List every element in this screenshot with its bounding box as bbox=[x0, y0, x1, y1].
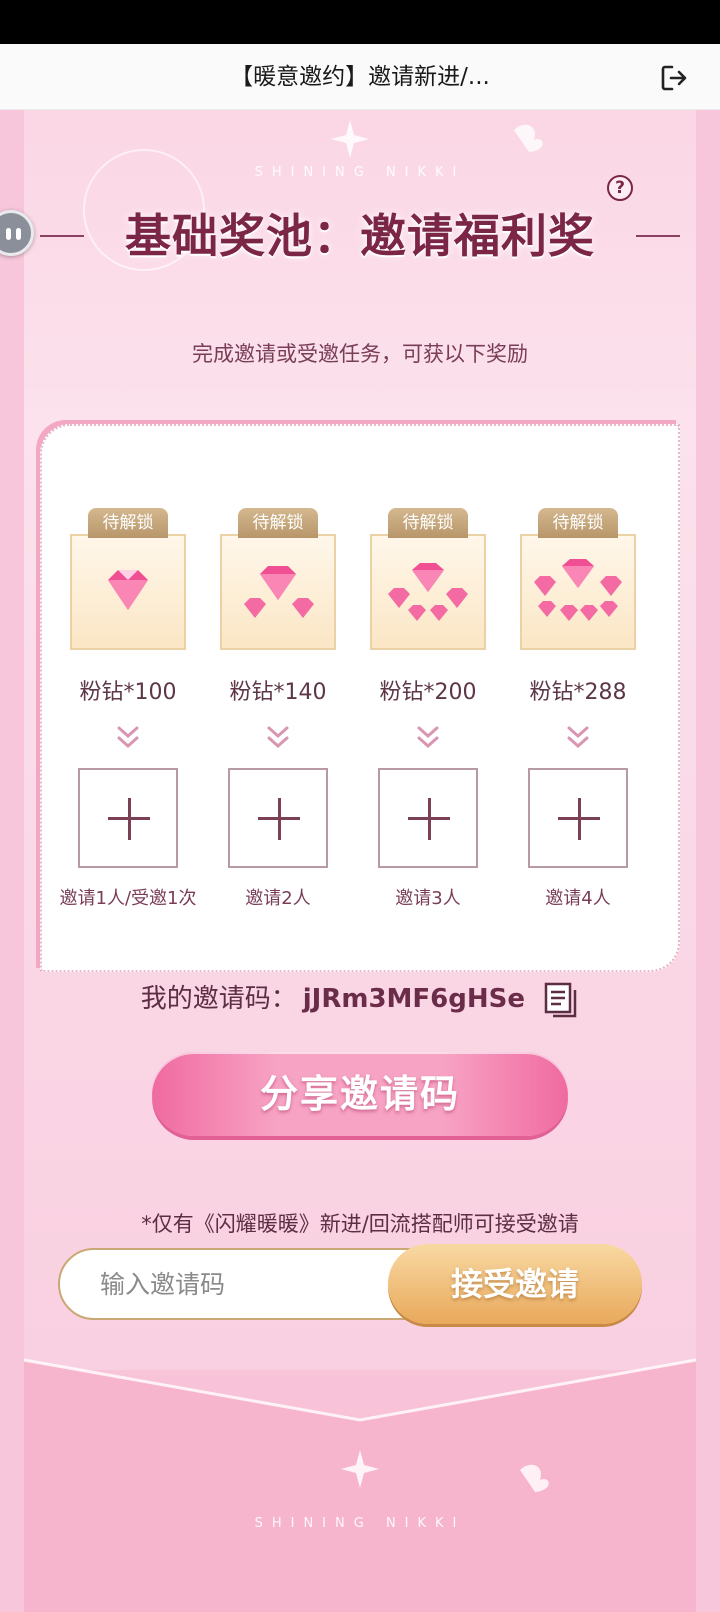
locked-tag: 待解锁 bbox=[538, 508, 618, 538]
reward-icon-box[interactable] bbox=[220, 534, 336, 650]
reward-label: 粉钻*288 bbox=[529, 680, 627, 705]
eligibility-note: *仅有《闪耀暖暖》新进/回流搭配师可接受邀请 bbox=[141, 1212, 579, 1236]
chevron-down-icon bbox=[567, 726, 589, 749]
reward-card: 待解锁 粉钻*100 邀请1人/受邀1次 待解锁 粉钻*140 邀请2人 待解锁… bbox=[40, 424, 680, 972]
diamond-icon bbox=[108, 570, 148, 610]
exit-icon[interactable] bbox=[658, 62, 690, 94]
reward-icon-box[interactable] bbox=[70, 534, 186, 650]
slot-label: 邀请1人/受邀1次 bbox=[59, 888, 197, 909]
brand-watermark-bottom: SHINING NIKKI bbox=[254, 1516, 466, 1531]
invite-code-row: 我的邀请码： jJRm3MF6gHSe bbox=[0, 978, 720, 1019]
share-invite-code-button[interactable]: 分享邀请码 bbox=[152, 1052, 568, 1136]
locked-tag: 待解锁 bbox=[388, 508, 468, 538]
invite-code-value: jJRm3MF6gHSe bbox=[302, 984, 525, 1014]
page-title: 【暖意邀约】邀请新进/... bbox=[230, 64, 490, 90]
reward-label: 粉钻*140 bbox=[229, 680, 327, 705]
reward-label: 粉钻*200 bbox=[379, 680, 477, 705]
top-bar: 【暖意邀约】邀请新进/... bbox=[0, 44, 720, 110]
chevron-down-icon bbox=[117, 726, 139, 749]
invite-slot-add-button[interactable] bbox=[378, 768, 478, 868]
invite-code-input[interactable] bbox=[100, 1250, 430, 1318]
slot-label: 邀请2人 bbox=[245, 888, 311, 909]
diamond-icon bbox=[244, 566, 314, 618]
invite-code-label: 我的邀请码： bbox=[140, 984, 297, 1014]
copy-icon[interactable] bbox=[543, 981, 579, 1019]
invite-slot-add-button[interactable] bbox=[78, 768, 178, 868]
chevron-down-icon bbox=[267, 726, 289, 749]
invite-slot-add-button[interactable] bbox=[528, 768, 628, 868]
slot-label: 邀请3人 bbox=[395, 888, 461, 909]
section-heading: 基础奖池：邀请福利奖 bbox=[125, 209, 595, 263]
locked-tag: 待解锁 bbox=[88, 508, 168, 538]
accept-invite-button[interactable]: 接受邀请 bbox=[388, 1244, 642, 1324]
diamond-icon bbox=[534, 559, 622, 621]
status-bar bbox=[0, 0, 720, 44]
invite-slot-add-button[interactable] bbox=[228, 768, 328, 868]
chevron-down-icon bbox=[417, 726, 439, 749]
section-subtitle: 完成邀请或受邀任务，可获以下奖励 bbox=[192, 342, 528, 366]
reward-icon-box[interactable] bbox=[520, 534, 636, 650]
bottom-decoration bbox=[23, 1358, 697, 1612]
help-icon[interactable]: ? bbox=[607, 175, 633, 201]
reward-label: 粉钻*100 bbox=[79, 680, 177, 705]
slot-label: 邀请4人 bbox=[545, 888, 611, 909]
diamond-icon bbox=[388, 563, 468, 621]
reward-icon-box[interactable] bbox=[370, 534, 486, 650]
locked-tag: 待解锁 bbox=[238, 508, 318, 538]
heading-band: 基础奖池：邀请福利奖 bbox=[40, 188, 680, 284]
